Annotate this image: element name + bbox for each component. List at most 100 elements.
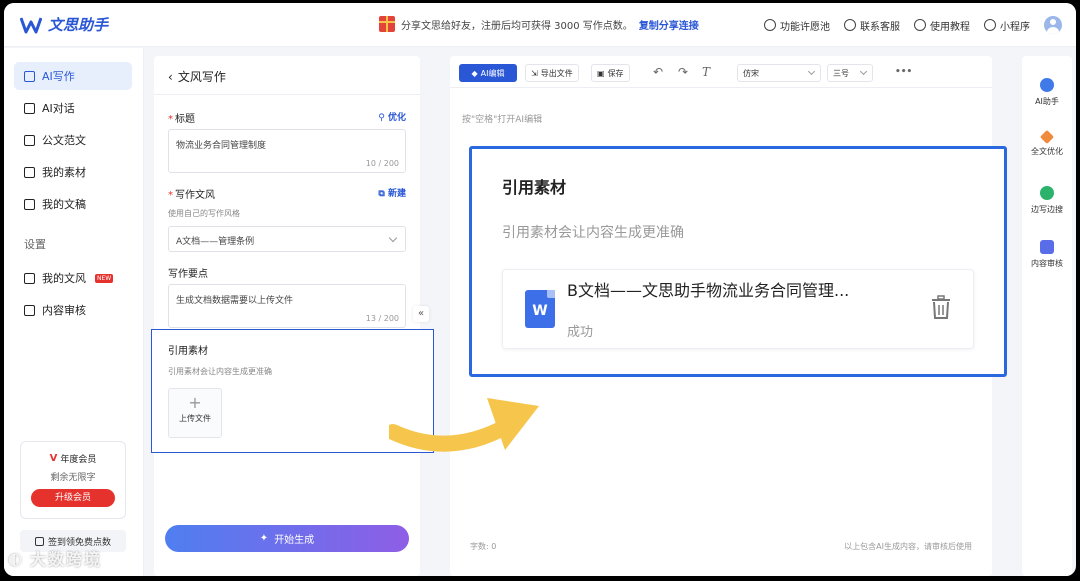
font-family-select[interactable]: 仿宋 [737,64,821,82]
top-nav: 功能许愿池 联系客服 使用教程 小程序 [764,16,1062,34]
save-button[interactable]: ▣ 保存 [591,64,630,82]
clear-format-icon[interactable]: T [702,65,710,79]
title-value: 物流业务合同管理制度 [176,141,267,151]
new-style-button[interactable]: ⧉ 新建 [378,186,406,199]
trash-icon[interactable] [929,294,953,320]
chevron-down-icon [859,67,868,76]
sidebar-item-my-style[interactable]: 我的文风 NEW [14,264,132,292]
style-hint: 使用自己的写作风格 [168,209,240,218]
top-nav-label: 联系客服 [860,21,900,33]
style-selected: A文档——管理条例 [176,237,255,247]
sidebar-item-ai-chat[interactable]: AI对话 [14,94,132,122]
ai-edit-button[interactable]: ◆ AI编辑 [459,64,517,82]
sidebar-item-templates[interactable]: 公文范文 [14,126,132,154]
membership-card: V 年度会员 剩余无限字 升级会员 [20,441,126,519]
avatar[interactable] [1044,16,1062,34]
new-icon: ⧉ [378,189,388,199]
lightbulb-icon [914,19,926,31]
back-header[interactable]: ‹ 文风写作 [168,68,226,85]
right-rail: AI助手 全文优化 边写边搜 内容审核 [1022,56,1072,576]
chat-icon [24,102,35,114]
ai-edit-label: AI编辑 [480,68,505,78]
magic-wand-icon: ✦ [259,533,269,544]
page-title: 文风写作 [177,70,226,84]
rail-optimize[interactable]: 全文优化 [1022,129,1072,157]
heart-icon [764,19,776,31]
sidebar-item-drafts[interactable]: 我的文稿 [14,190,132,218]
promo-text: 分享文思给好友，注册后均可获得 3000 写作点数。 [401,20,633,32]
font-size-select[interactable]: 三号 [827,64,873,82]
watermark-text: 大数跨境 [29,550,102,569]
points-input[interactable]: 生成文档数据需要以上传文件 13 / 200 [168,284,406,328]
folder-icon [24,166,35,178]
settings-section-label: 设置 [24,238,46,251]
form-panel: ‹ 文风写作 * 标题 ⚲ 优化 物流业务合同管理制度 10 / 200 * 写作文… [154,56,420,576]
upload-file-button[interactable]: + 上传文件 [168,388,222,438]
word-count: 字数: 0 [470,542,497,551]
rail-label: 全文优化 [1031,147,1063,156]
points-value: 生成文档数据需要以上传文件 [176,296,294,306]
sidebar-item-label: 我的文稿 [42,198,86,211]
save-icon: ▣ [597,68,605,78]
uploaded-file-card: W B文档——文思助手物流业务合同管理... 成功 [502,269,974,349]
style-label: * 写作文风 [168,186,215,201]
top-nav-tutorial[interactable]: 使用教程 [914,18,970,33]
redo-icon[interactable]: ↷ [678,65,688,79]
sidebar-item-label: 公文范文 [42,134,86,147]
export-button[interactable]: ⇲ 导出文件 [525,64,579,82]
generate-button[interactable]: ✦ 开始生成 [165,525,409,552]
sidebar-item-label: AI写作 [42,70,75,83]
sidebar-item-label: 我的素材 [42,166,86,179]
pen-icon [24,70,35,82]
rail-label: 内容审核 [1031,259,1063,268]
title-label: * 标题 [168,110,195,125]
rail-ai-assistant[interactable]: AI助手 [1022,78,1072,107]
headset-icon [844,19,856,31]
document-icon [24,134,35,146]
title-input[interactable]: 物流业务合同管理制度 10 / 200 [168,129,406,173]
top-nav-label: 功能许愿池 [780,21,830,33]
check-square-icon [24,304,35,316]
chevron-down-icon [807,67,816,76]
file-name: B文档——文思助手物流业务合同管理... [567,281,850,300]
optimize-title-button[interactable]: ⚲ 优化 [378,110,406,123]
top-nav-miniprogram[interactable]: 小程序 [984,18,1030,33]
upgrade-button[interactable]: 升级会员 [31,489,115,507]
export-label: 导出文件 [540,68,573,78]
title-label-text: 标题 [175,114,195,125]
search-icon [1040,186,1054,200]
review-icon [1040,240,1054,254]
top-nav-wishlist[interactable]: 功能许愿池 [764,18,830,33]
undo-icon[interactable]: ↶ [653,65,663,79]
font-family-value: 仿宋 [743,69,759,78]
sidebar-item-label: 内容审核 [42,304,86,317]
watermark: ◐ 大数跨境 [8,546,102,570]
watermark-logo-icon: ◐ [8,548,24,568]
save-label: 保存 [607,68,624,78]
sidebar-item-review[interactable]: 内容审核 [14,296,132,324]
app-logo[interactable]: 文思助手 [20,14,108,35]
word-file-icon: W [525,290,555,328]
reference-hint: 引用素材会让内容生成更准确 [168,367,272,376]
logo-icon [20,16,42,33]
top-nav-label: 小程序 [1000,21,1030,33]
optimize-label: 优化 [387,113,406,123]
divider [154,94,420,95]
miniprogram-icon [984,19,996,31]
style-select[interactable]: A文档——管理条例 [168,226,406,252]
rail-review[interactable]: 内容审核 [1022,240,1072,269]
generate-label: 开始生成 [274,535,315,546]
rail-label: 边写边搜 [1031,205,1063,214]
more-icon[interactable]: ••• [895,67,912,77]
membership-title: 年度会员 [60,455,97,465]
membership-title-row: V 年度会员 [21,452,125,465]
vip-icon: V [49,453,58,464]
magic-search-icon: ⚲ [378,113,388,123]
rail-search[interactable]: 边写边搜 [1022,186,1072,215]
copy-share-link[interactable]: 复制分享连接 [639,17,699,32]
top-nav-support[interactable]: 联系客服 [844,18,900,33]
ai-assistant-icon [1040,78,1054,92]
collapse-panel-button[interactable]: « [413,306,429,322]
sidebar-item-ai-writing[interactable]: AI写作 [14,62,132,90]
sidebar-item-materials[interactable]: 我的素材 [14,158,132,186]
